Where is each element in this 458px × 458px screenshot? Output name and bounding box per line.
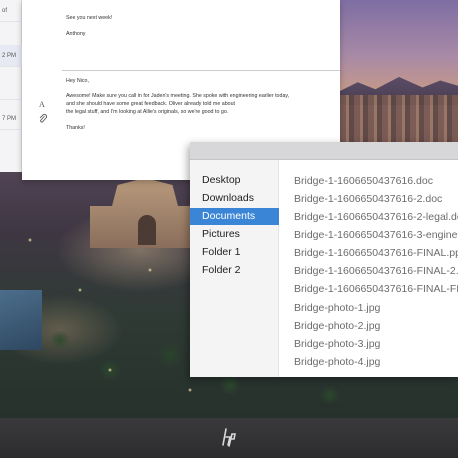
- file-browser-titlebar[interactable]: [190, 142, 458, 160]
- sidebar-item-desktop[interactable]: Desktop: [190, 172, 279, 189]
- text-format-icon[interactable]: A: [39, 100, 45, 109]
- file-list-item[interactable]: Bridge-photo-1.jpg: [294, 299, 458, 317]
- message-list-item[interactable]: 7 PM: [0, 108, 22, 130]
- previous-signoff: See you next week!: [66, 15, 113, 21]
- sidebar-item-folder-1[interactable]: Folder 1: [190, 244, 279, 261]
- email-body-line[interactable]: Awesome! Make sure you call in for Jaden…: [66, 92, 289, 100]
- file-list-item[interactable]: Bridge-1-1606650437616-FINAL.ppt: [294, 244, 458, 262]
- quote-divider: [62, 70, 340, 71]
- file-list-item[interactable]: Bridge-photo-4.jpg: [294, 353, 458, 371]
- hp-logo-icon: [219, 426, 241, 448]
- message-list-item-time: 2 PM: [2, 53, 17, 59]
- sidebar-item-documents[interactable]: Documents: [190, 208, 279, 225]
- sidebar-item-pictures[interactable]: Pictures: [190, 226, 279, 243]
- sidebar-item-folder-2[interactable]: Folder 2: [190, 262, 279, 279]
- paperclip-icon[interactable]: [39, 113, 47, 126]
- file-browser-window: Desktop Downloads Documents Pictures Fol…: [190, 142, 458, 377]
- email-body-line[interactable]: the legal stuff, and I'm looking at Alli…: [66, 108, 228, 116]
- file-list-item[interactable]: Bridge-1-1606650437616-3-engineering.doc: [294, 226, 458, 244]
- file-list-item[interactable]: Bridge-photo-3.jpg: [294, 335, 458, 353]
- file-list-item[interactable]: Bridge-1-1606650437616-2-legal.doc: [294, 208, 458, 226]
- email-body-line[interactable]: and she should have some great feedback.…: [66, 100, 235, 108]
- file-list-item[interactable]: Bridge-1-1606650437616-2.doc: [294, 190, 458, 208]
- message-list-panel: of 2 PM 7 PM: [0, 0, 22, 172]
- sidebar-item-downloads[interactable]: Downloads: [190, 190, 279, 207]
- file-list-item[interactable]: Bridge-photo-2.jpg: [294, 317, 458, 335]
- email-closing[interactable]: Thanks!: [66, 124, 85, 132]
- message-list-item-time: 7 PM: [2, 116, 17, 122]
- message-list-item[interactable]: of: [0, 0, 22, 22]
- message-list-item-text: of: [2, 8, 8, 14]
- file-list-item[interactable]: Bridge-1-1606650437616.doc: [294, 172, 458, 190]
- wallpaper-city: [340, 95, 458, 145]
- message-list-item[interactable]: 2 PM: [0, 45, 22, 67]
- message-list-item[interactable]: [0, 70, 22, 100]
- previous-signature: Anthony: [66, 31, 86, 37]
- email-greeting[interactable]: Hey Nico,: [66, 77, 89, 85]
- file-list-item[interactable]: Bridge-1-1606650437616-FINAL-FINAL.ppt: [294, 280, 458, 298]
- file-browser-sidebar: Desktop Downloads Documents Pictures Fol…: [190, 160, 279, 377]
- file-list-item[interactable]: Bridge-1-1606650437616-FINAL-2.ppt: [294, 262, 458, 280]
